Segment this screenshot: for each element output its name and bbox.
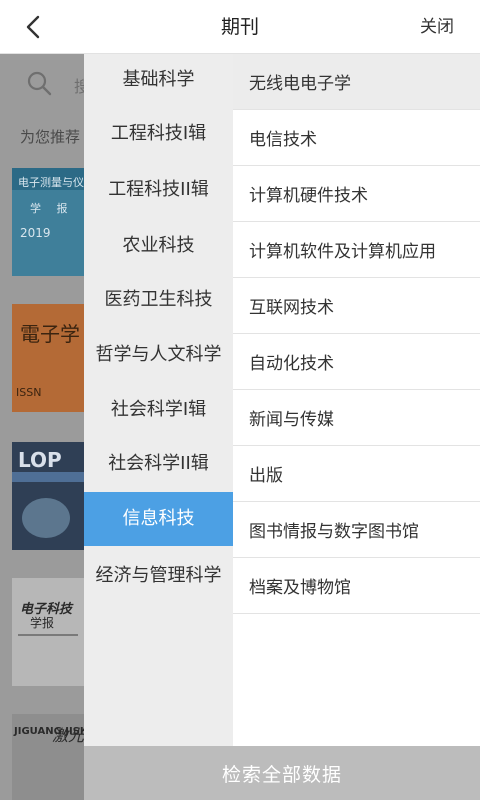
close-button[interactable]: 关闭 [420,0,454,54]
journal-cover: LOP [12,442,86,550]
cover-subtitle: 学报 [30,616,55,630]
subcategory-list: 无线电电子学 电信技术 计算机硬件技术 计算机软件及计算机应用 互联网技术 自动… [233,54,480,746]
subcategory-item[interactable]: 互联网技术 [233,278,480,334]
category-item-active[interactable]: 信息科技 [84,492,233,546]
cover-subtitle: 激光 [52,726,85,745]
top-bar: 期刊 关闭 [0,0,480,54]
category-item[interactable]: 基础科学 [84,54,233,106]
recommend-title: 为您推荐 [20,128,81,146]
cover-title: 电子测量与仪 [18,176,84,189]
category-panel: 基础科学 工程科技I辑 工程科技II辑 农业科技 医药卫生科技 哲学与人文科学 … [84,54,480,746]
search-all-button[interactable]: 检索全部数据 [84,746,480,800]
category-list: 基础科学 工程科技I辑 工程科技II辑 农业科技 医药卫生科技 哲学与人文科学 … [84,54,233,746]
page-title: 期刊 [220,16,259,38]
category-item[interactable]: 工程科技I辑 [84,106,233,162]
subcategory-item[interactable]: 图书情报与数字图书馆 [233,502,480,558]
category-item[interactable]: 工程科技II辑 [84,162,233,218]
category-item[interactable]: 社会科学II辑 [84,436,233,492]
category-item[interactable]: 农业科技 [84,218,233,274]
cover-title: LOP [18,448,62,472]
subcategory-item[interactable]: 计算机硬件技术 [233,166,480,222]
cover-year: 2019 [20,226,51,240]
journal-cover: 電子学 ISSN [12,304,86,412]
search-icon [27,71,52,96]
subcategory-item[interactable]: 无线电电子学 [233,54,480,110]
cover-subtitle: 学 报 [30,202,74,215]
journal-cover: 电子科技 学报 [12,578,86,686]
subcategory-item[interactable]: 电信技术 [233,110,480,166]
cover-title: 電子学 [20,322,80,346]
subcategory-item[interactable]: 计算机软件及计算机应用 [233,222,480,278]
category-item[interactable]: 经济与管理科学 [84,546,233,606]
back-button[interactable] [18,12,48,42]
subcategory-item[interactable]: 自动化技术 [233,334,480,390]
subcategory-item[interactable]: 出版 [233,446,480,502]
subcategory-item[interactable]: 新闻与传媒 [233,390,480,446]
cover-subtitle: ISSN [16,386,42,399]
category-item[interactable]: 社会科学I辑 [84,384,233,436]
category-item[interactable]: 哲学与人文科学 [84,326,233,384]
journal-cover: 电子测量与仪 学 报 2019 [12,168,86,276]
chevron-left-icon [26,15,40,39]
category-item[interactable]: 医药卫生科技 [84,274,233,326]
journal-cover: JIGUANG JISHU 激光 [12,714,86,800]
subcategory-item[interactable]: 档案及博物馆 [233,558,480,614]
